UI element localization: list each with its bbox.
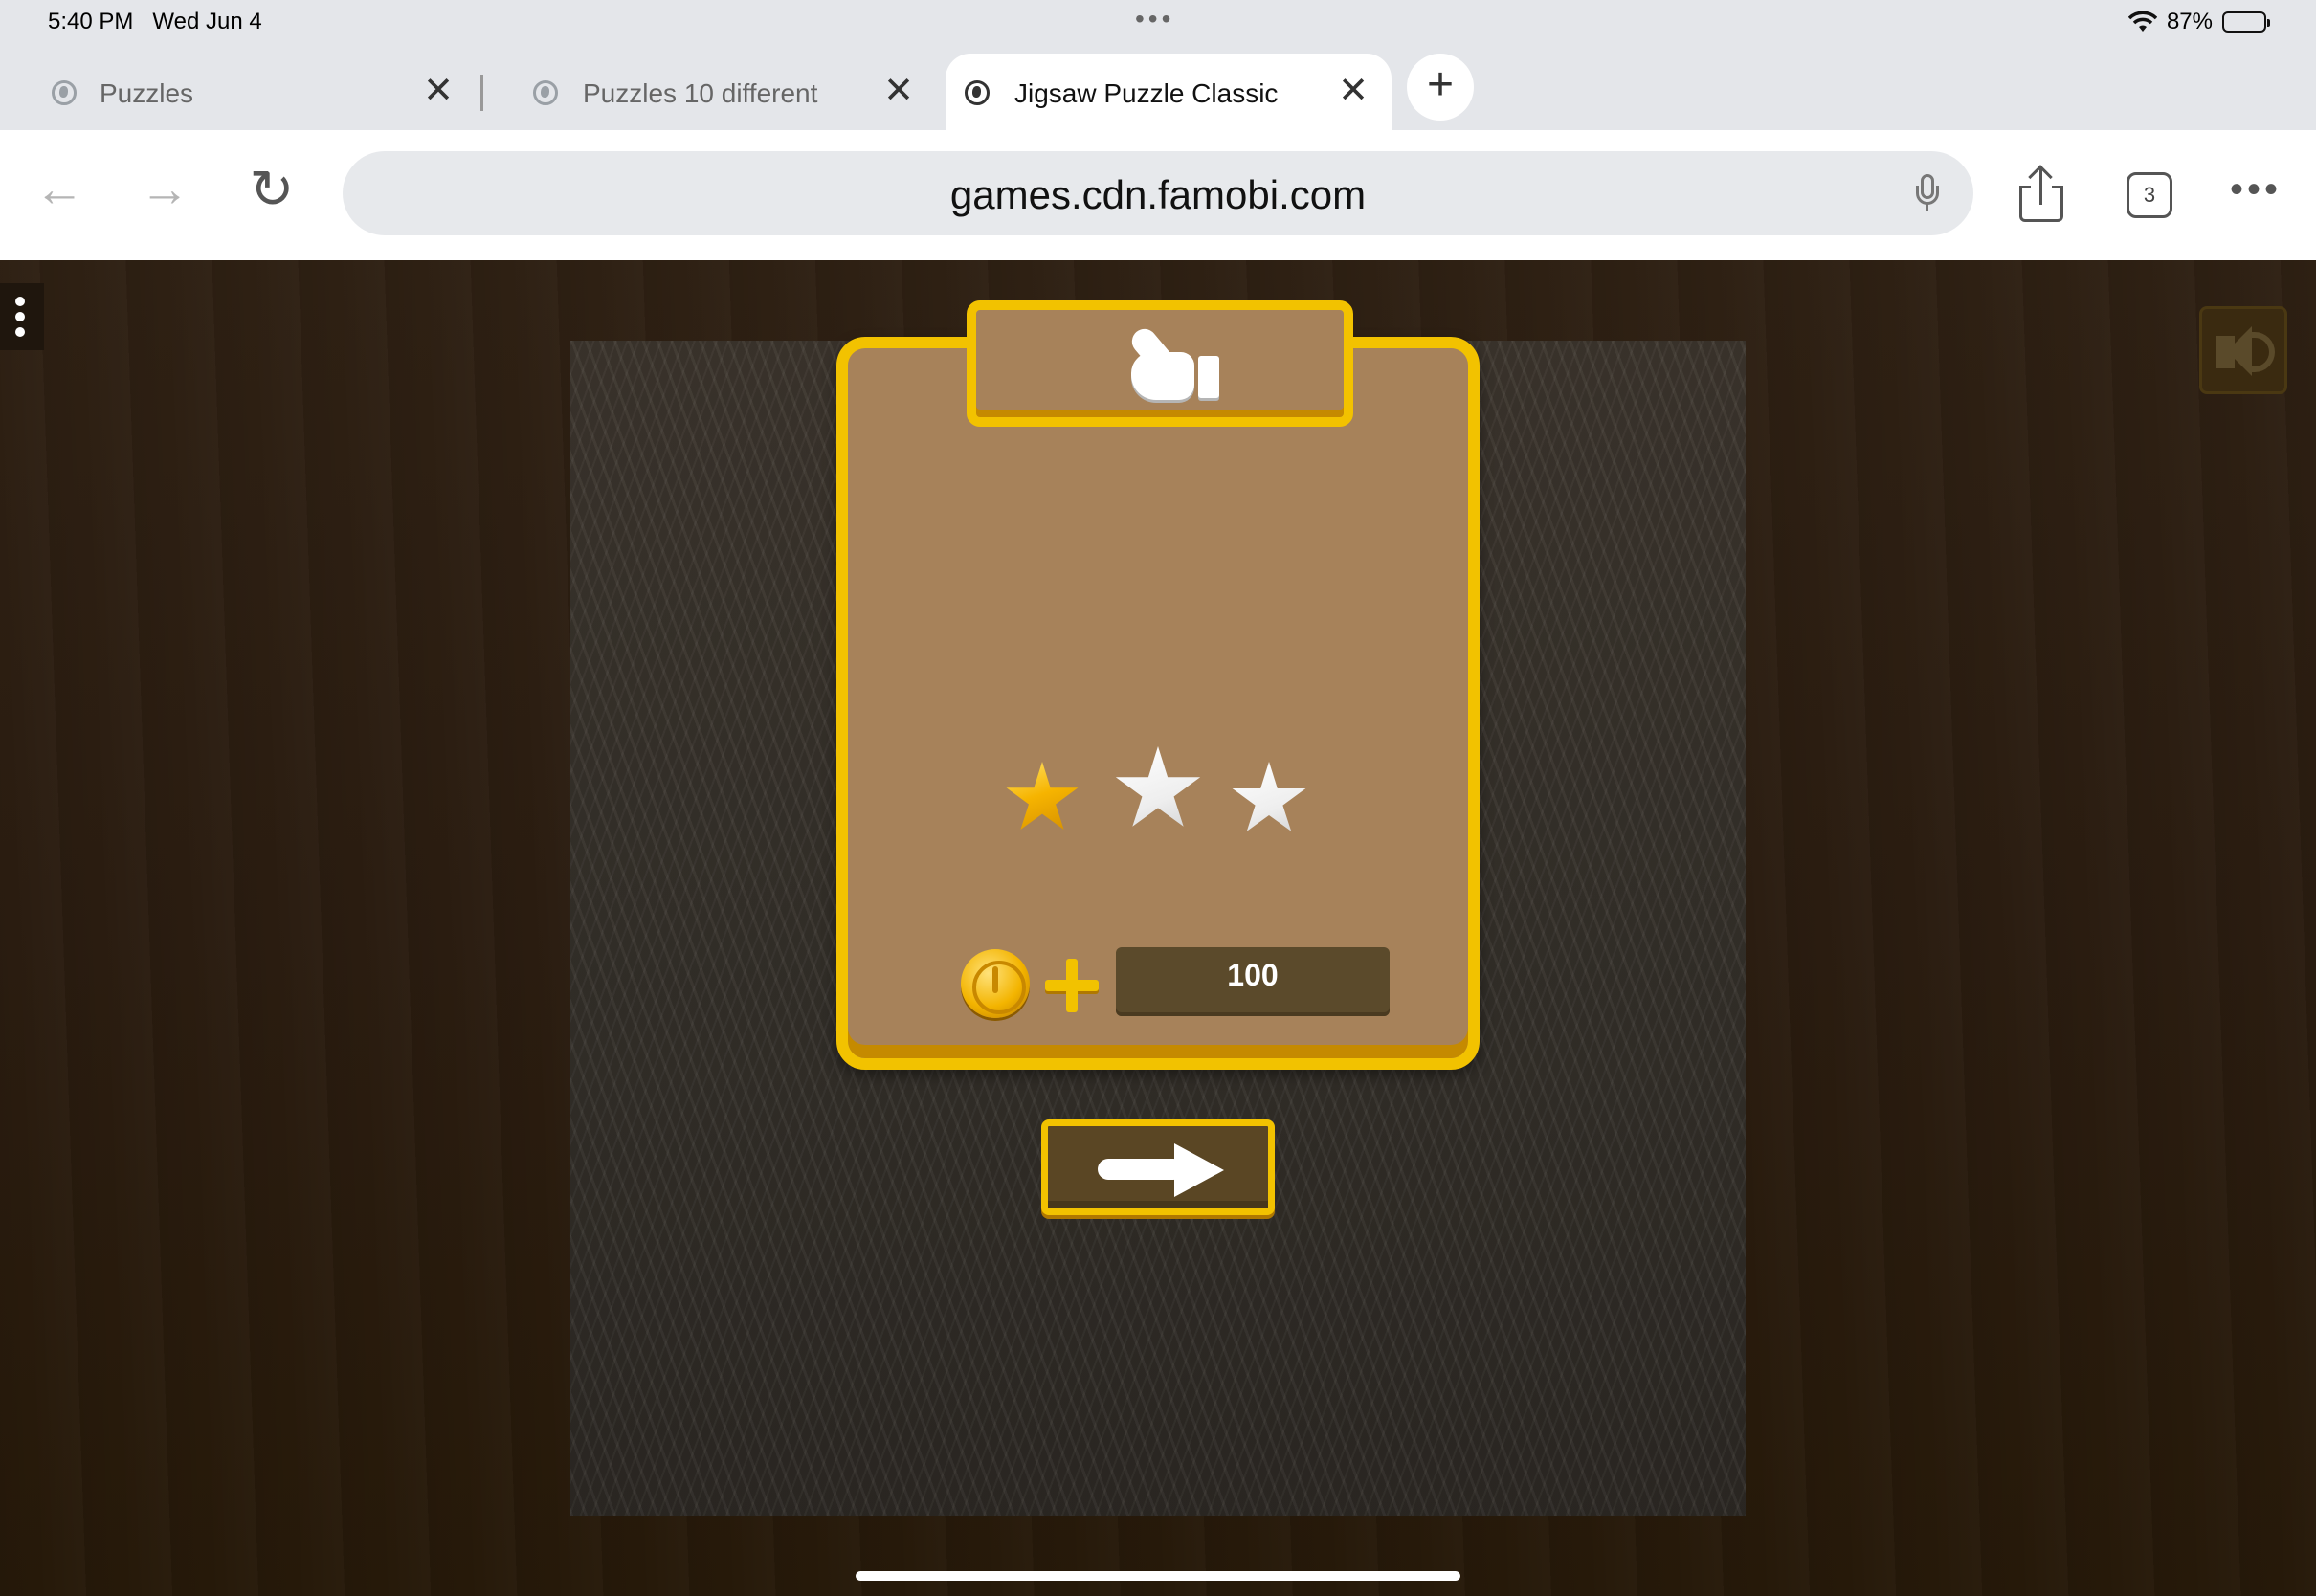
url-text: games.cdn.famobi.com bbox=[949, 172, 1367, 217]
dialog-header bbox=[967, 300, 1353, 427]
wifi-icon bbox=[2127, 11, 2157, 32]
status-right: 87% bbox=[2127, 9, 2270, 35]
globe-icon bbox=[52, 80, 77, 105]
status-date: Wed Jun 4 bbox=[152, 9, 262, 34]
coin-icon bbox=[961, 949, 1030, 1018]
multitasking-dots-icon[interactable]: ••• bbox=[1135, 4, 1174, 34]
game-menu-icon[interactable] bbox=[0, 283, 44, 350]
new-tab-button[interactable]: + bbox=[1407, 54, 1474, 121]
status-bar: 5:40 PM Wed Jun 4 ••• 87% bbox=[0, 0, 2316, 46]
home-indicator[interactable] bbox=[856, 1571, 1460, 1581]
reload-icon[interactable]: ↻ bbox=[243, 163, 301, 220]
address-bar[interactable]: games.cdn.famobi.com bbox=[343, 151, 1973, 235]
microphone-icon[interactable] bbox=[1916, 174, 1939, 212]
tab-jigsaw-puzzle-classic[interactable]: Jigsaw Puzzle Classic ✕ bbox=[946, 54, 1392, 130]
tab-overview-button[interactable]: 3 bbox=[2127, 172, 2172, 218]
sound-toggle-icon[interactable] bbox=[2199, 306, 2287, 394]
battery-percent: 87% bbox=[2166, 9, 2213, 34]
more-options-icon[interactable]: ••• bbox=[2230, 168, 2282, 211]
thumbs-up-icon bbox=[1125, 323, 1221, 404]
plus-icon bbox=[1045, 959, 1099, 1012]
tab-bar: Puzzles ✕ Puzzles 10 different ✕ Jigsaw … bbox=[0, 46, 2316, 130]
next-button[interactable] bbox=[1041, 1119, 1275, 1215]
tab-title: Puzzles bbox=[100, 78, 194, 108]
close-tab-icon[interactable]: ✕ bbox=[881, 73, 916, 109]
coins-reward: 100 bbox=[1116, 947, 1390, 1016]
tab-puzzles[interactable]: Puzzles ✕ bbox=[0, 54, 479, 130]
battery-icon bbox=[2222, 11, 2270, 33]
share-icon[interactable] bbox=[2019, 165, 2063, 222]
tab-title: Puzzles 10 different bbox=[583, 78, 818, 108]
tab-title: Jigsaw Puzzle Classic bbox=[1014, 78, 1279, 108]
close-tab-icon[interactable]: ✕ bbox=[1336, 73, 1370, 109]
arrow-right-icon bbox=[1098, 1143, 1226, 1197]
globe-icon bbox=[533, 80, 558, 105]
forward-arrow-icon[interactable]: → bbox=[136, 163, 193, 220]
close-tab-icon[interactable]: ✕ bbox=[421, 73, 456, 109]
tab-puzzles-10-different[interactable]: Puzzles 10 different ✕ bbox=[483, 54, 943, 130]
browser-toolbar: ← → ↻ games.cdn.famobi.com 3 ••• bbox=[0, 130, 2316, 260]
status-time: 5:40 PM Wed Jun 4 bbox=[48, 9, 262, 34]
globe-icon bbox=[965, 80, 990, 105]
back-arrow-icon[interactable]: ← bbox=[31, 163, 88, 220]
